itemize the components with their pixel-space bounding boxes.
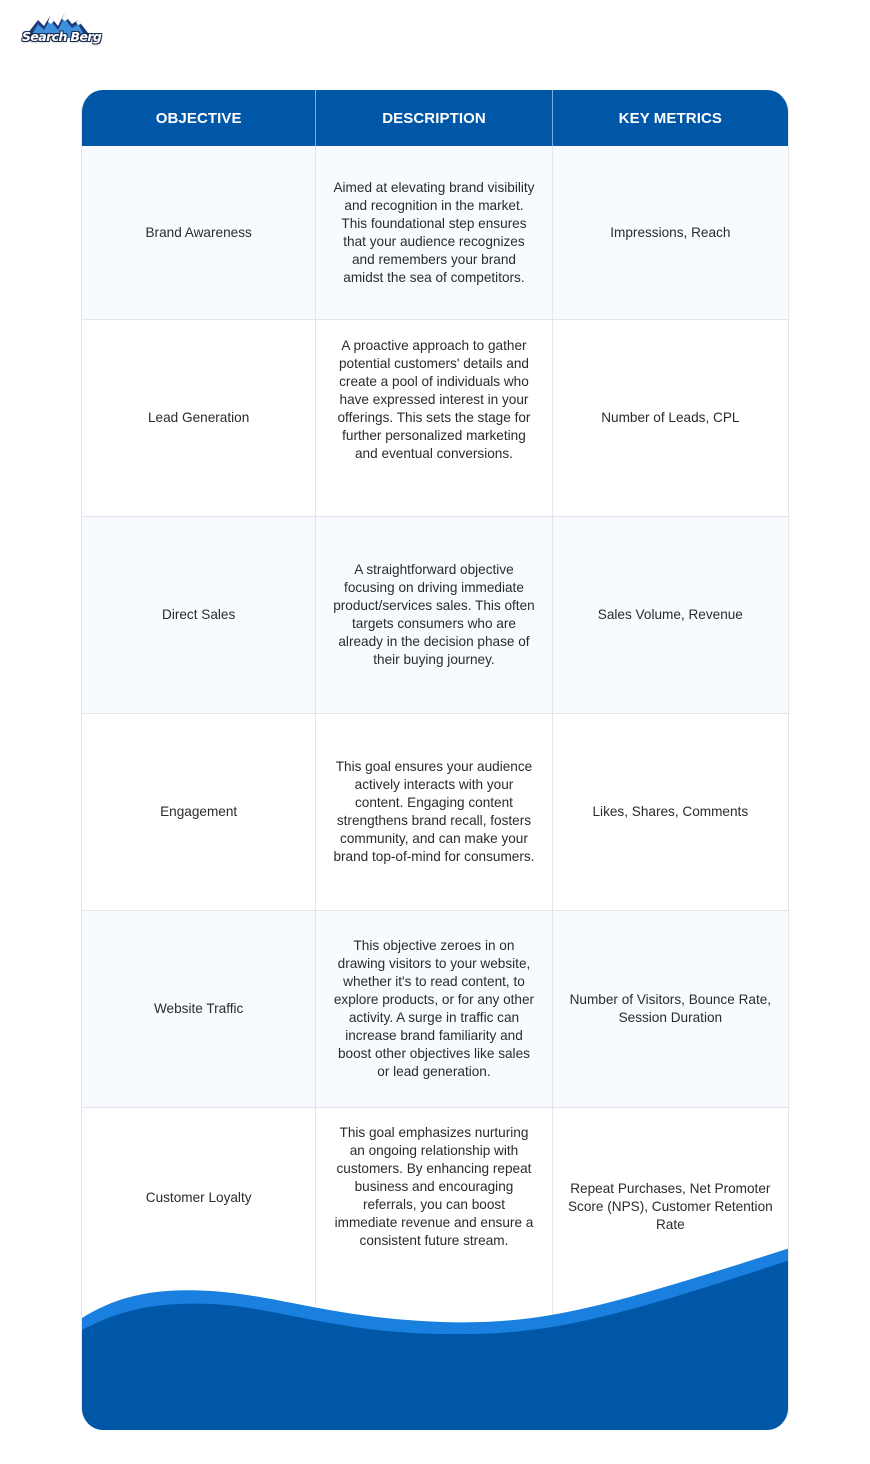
objective-cell: Lead Generation [82, 320, 317, 516]
objectives-table: OBJECTIVE DESCRIPTION KEY METRICS Brand … [81, 90, 789, 1430]
metrics-cell: Number of Visitors, Bounce Rate, Session… [569, 992, 772, 1025]
description-cell: This goal ensures your audience actively… [316, 714, 553, 910]
header-description: DESCRIPTION [316, 90, 553, 146]
table-row: Lead Generation A proactive approach to … [82, 320, 788, 517]
search-berg-logo[interactable]: Search Berg [20, 12, 102, 50]
logo-text: Search Berg [22, 29, 102, 44]
objective-cell: Engagement [82, 714, 317, 910]
description-cell: A proactive approach to gather potential… [316, 320, 553, 516]
header-objective: OBJECTIVE [82, 90, 317, 146]
decorative-wave [82, 1248, 788, 1430]
description-cell: This objective zeroes in on drawing visi… [316, 911, 553, 1107]
table-header: OBJECTIVE DESCRIPTION KEY METRICS [82, 90, 788, 146]
table-row: Direct Sales A straightforward objective… [82, 517, 788, 714]
objective-cell: Brand Awareness [82, 146, 317, 319]
metrics-cell: Sales Volume, Revenue [597, 607, 743, 622]
description-cell: Aimed at elevating brand visibility and … [316, 146, 553, 319]
table-row: Website Traffic This objective zeroes in… [82, 911, 788, 1108]
metrics-cell: Likes, Shares, Comments [592, 804, 749, 819]
header-key-metrics: KEY METRICS [618, 109, 722, 127]
metrics-cell: Number of Leads, CPL [601, 410, 740, 425]
metrics-cell: Impressions, Reach [610, 224, 731, 240]
table-row: Engagement This goal ensures your audien… [82, 714, 788, 911]
objective-cell: Website Traffic [82, 911, 317, 1107]
objective-cell: Direct Sales [82, 517, 317, 713]
table-row: Brand Awareness Aimed at elevating brand… [82, 146, 788, 320]
description-cell: A straightforward objective focusing on … [316, 517, 553, 713]
